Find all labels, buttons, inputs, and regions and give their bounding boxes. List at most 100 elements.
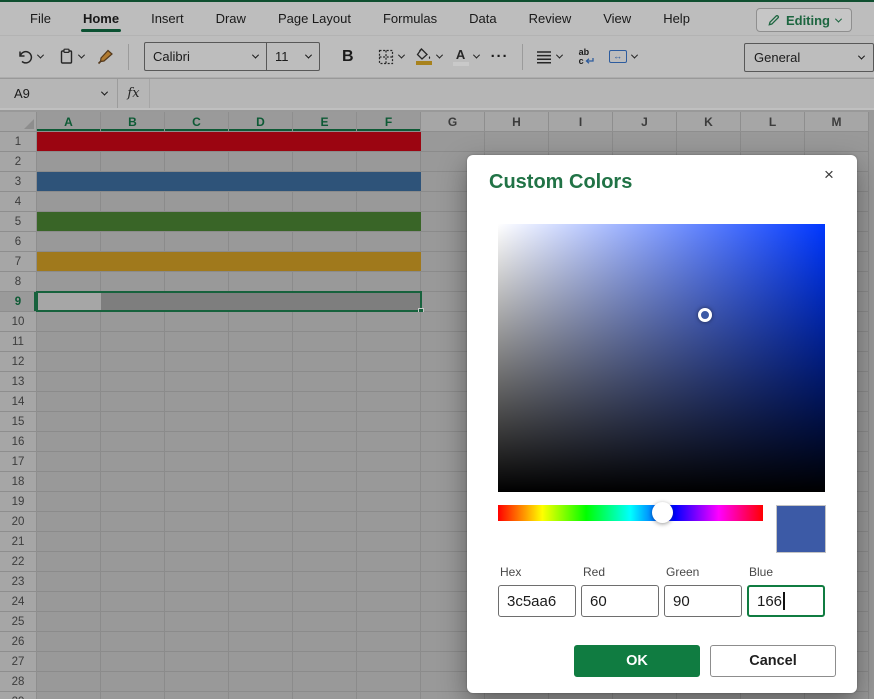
row-header-7[interactable]: 7	[0, 252, 37, 272]
cell-F12[interactable]	[357, 352, 421, 372]
menu-tab-file[interactable]: File	[14, 2, 67, 35]
cell-A24[interactable]	[37, 592, 101, 612]
cell-E17[interactable]	[293, 452, 357, 472]
cell-B24[interactable]	[101, 592, 165, 612]
row-header-13[interactable]: 13	[0, 372, 37, 392]
cell-D17[interactable]	[229, 452, 293, 472]
cell-F15[interactable]	[357, 412, 421, 432]
cell-F22[interactable]	[357, 552, 421, 572]
cancel-button[interactable]: Cancel	[710, 645, 836, 677]
cell-A21[interactable]	[37, 532, 101, 552]
filled-range-row-5[interactable]	[37, 212, 421, 231]
cell-G29[interactable]	[421, 692, 485, 699]
cell-E14[interactable]	[293, 392, 357, 412]
cell-B27[interactable]	[101, 652, 165, 672]
fill-color-button[interactable]	[416, 48, 442, 65]
column-header-A[interactable]: A	[37, 112, 101, 132]
cell-A22[interactable]	[37, 552, 101, 572]
cell-A16[interactable]	[37, 432, 101, 452]
menu-tab-home[interactable]: Home	[67, 2, 135, 35]
row-header-28[interactable]: 28	[0, 672, 37, 692]
cell-C10[interactable]	[165, 312, 229, 332]
alignment-button[interactable]	[536, 50, 562, 64]
cell-F19[interactable]	[357, 492, 421, 512]
cell-F14[interactable]	[357, 392, 421, 412]
borders-button[interactable]	[378, 49, 404, 65]
cell-C13[interactable]	[165, 372, 229, 392]
cell-F8[interactable]	[357, 272, 421, 292]
cell-B18[interactable]	[101, 472, 165, 492]
column-header-H[interactable]: H	[485, 112, 549, 132]
row-header-3[interactable]: 3	[0, 172, 37, 192]
cell-F26[interactable]	[357, 632, 421, 652]
column-header-E[interactable]: E	[293, 112, 357, 132]
cell-D20[interactable]	[229, 512, 293, 532]
cell-E15[interactable]	[293, 412, 357, 432]
cell-J29[interactable]	[613, 692, 677, 699]
row-header-29[interactable]: 29	[0, 692, 37, 699]
filled-range-row-3[interactable]	[37, 172, 421, 191]
more-options-button[interactable]: ···	[491, 48, 509, 65]
cell-B22[interactable]	[101, 552, 165, 572]
cell-G1[interactable]	[421, 132, 485, 152]
cell-A14[interactable]	[37, 392, 101, 412]
cell-D29[interactable]	[229, 692, 293, 699]
row-header-4[interactable]: 4	[0, 192, 37, 212]
cell-L29[interactable]	[741, 692, 805, 699]
row-header-2[interactable]: 2	[0, 152, 37, 172]
font-color-button[interactable]: A	[453, 48, 479, 66]
format-painter-button[interactable]	[97, 49, 115, 65]
cell-C6[interactable]	[165, 232, 229, 252]
cell-D11[interactable]	[229, 332, 293, 352]
cell-C17[interactable]	[165, 452, 229, 472]
cell-B4[interactable]	[101, 192, 165, 212]
cell-F6[interactable]	[357, 232, 421, 252]
font-name-select[interactable]: Calibri	[145, 43, 267, 70]
cell-B21[interactable]	[101, 532, 165, 552]
cell-F24[interactable]	[357, 592, 421, 612]
menu-tab-help[interactable]: Help	[647, 2, 706, 35]
cell-B20[interactable]	[101, 512, 165, 532]
menu-tab-view[interactable]: View	[587, 2, 647, 35]
cell-B28[interactable]	[101, 672, 165, 692]
cell-A27[interactable]	[37, 652, 101, 672]
cell-H1[interactable]	[485, 132, 549, 152]
cell-D12[interactable]	[229, 352, 293, 372]
column-header-G[interactable]: G	[421, 112, 485, 132]
cell-E26[interactable]	[293, 632, 357, 652]
column-header-J[interactable]: J	[613, 112, 677, 132]
cell-D28[interactable]	[229, 672, 293, 692]
cell-C27[interactable]	[165, 652, 229, 672]
filled-range-row-7[interactable]	[37, 252, 421, 271]
cell-C11[interactable]	[165, 332, 229, 352]
cell-C26[interactable]	[165, 632, 229, 652]
cell-K29[interactable]	[677, 692, 741, 699]
row-header-18[interactable]: 18	[0, 472, 37, 492]
cell-B13[interactable]	[101, 372, 165, 392]
ok-button[interactable]: OK	[574, 645, 700, 677]
cell-F29[interactable]	[357, 692, 421, 699]
cell-C4[interactable]	[165, 192, 229, 212]
cell-E25[interactable]	[293, 612, 357, 632]
column-header-L[interactable]: L	[741, 112, 805, 132]
filled-range-row-1[interactable]	[37, 132, 421, 151]
cell-C19[interactable]	[165, 492, 229, 512]
column-header-D[interactable]: D	[229, 112, 293, 132]
cell-H29[interactable]	[485, 692, 549, 699]
menu-tab-insert[interactable]: Insert	[135, 2, 200, 35]
cell-A8[interactable]	[37, 272, 101, 292]
row-header-25[interactable]: 25	[0, 612, 37, 632]
cell-E20[interactable]	[293, 512, 357, 532]
row-header-23[interactable]: 23	[0, 572, 37, 592]
merge-cells-button[interactable]: ↔	[609, 50, 637, 63]
cell-A15[interactable]	[37, 412, 101, 432]
cell-C28[interactable]	[165, 672, 229, 692]
cell-D10[interactable]	[229, 312, 293, 332]
cell-F28[interactable]	[357, 672, 421, 692]
cell-B2[interactable]	[101, 152, 165, 172]
row-header-12[interactable]: 12	[0, 352, 37, 372]
bold-button[interactable]: B	[342, 48, 354, 66]
cell-C22[interactable]	[165, 552, 229, 572]
cell-A18[interactable]	[37, 472, 101, 492]
cell-A4[interactable]	[37, 192, 101, 212]
